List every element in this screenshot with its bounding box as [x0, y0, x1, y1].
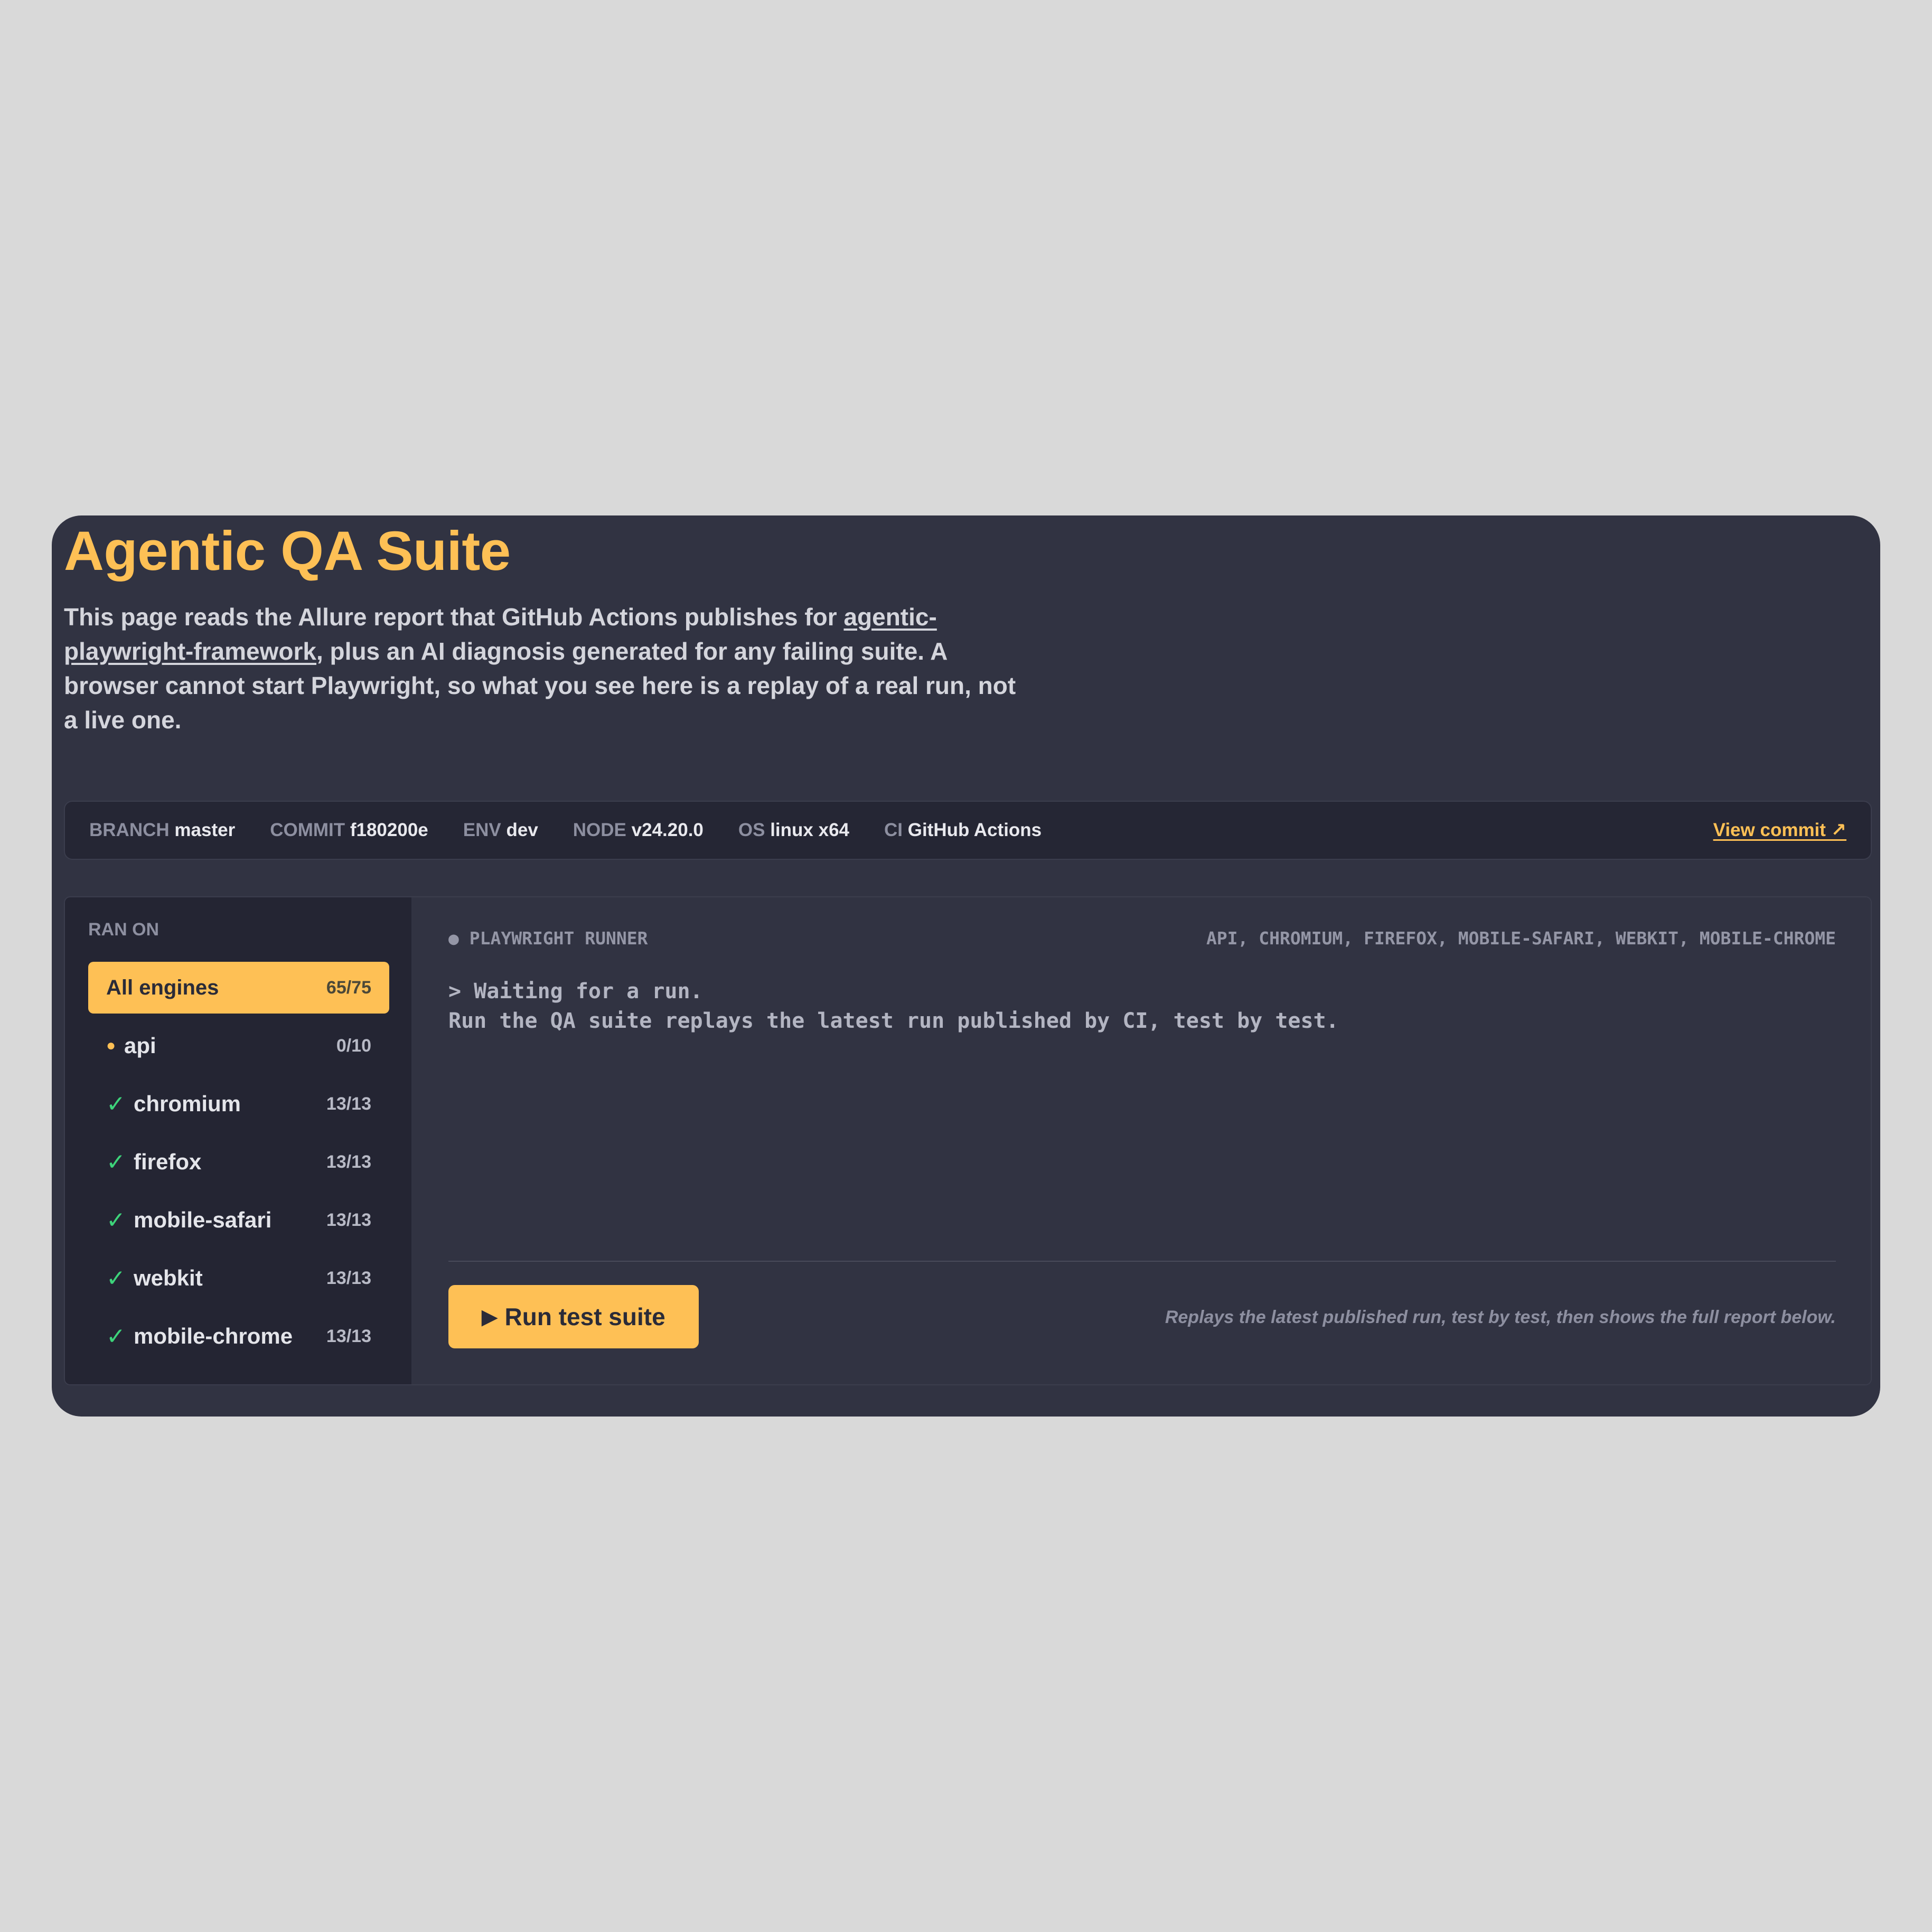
log-line: Run the QA suite replays the latest run … — [448, 1009, 1339, 1033]
runner-console: ● PLAYWRIGHT RUNNER API, CHROMIUM, FIREF… — [411, 897, 1871, 1384]
engine-item-firefox[interactable]: ✓ firefox 13/13 — [88, 1136, 389, 1188]
engine-name: chromium — [134, 1091, 241, 1116]
meta-ci: CI GitHub Actions — [884, 820, 1042, 840]
engine-count: 13/13 — [326, 1151, 371, 1172]
run-hint: Replays the latest published run, test b… — [1165, 1307, 1836, 1327]
engine-item-all[interactable]: All engines 65/75 — [88, 962, 389, 1014]
engine-count: 13/13 — [326, 1268, 371, 1288]
console-divider — [448, 1261, 1836, 1262]
intro-before: This page reads the Allure report that G… — [64, 603, 844, 631]
engine-sidebar: RAN ON All engines 65/75 ● api 0/10 ✓ ch… — [65, 897, 411, 1384]
meta-os: OS linux x64 — [738, 820, 849, 840]
engine-name: mobile-safari — [134, 1207, 272, 1232]
runner-panel: RAN ON All engines 65/75 ● api 0/10 ✓ ch… — [64, 896, 1872, 1385]
meta-commit: COMMIT f180200e — [270, 820, 428, 840]
engine-name: api — [124, 1033, 156, 1058]
engine-name: mobile-chrome — [134, 1324, 293, 1348]
check-icon: ✓ — [106, 1265, 126, 1291]
intro-text: This page reads the Allure report that G… — [64, 600, 1025, 737]
meta-branch: BRANCH master — [89, 820, 236, 840]
meta-node: NODE v24.20.0 — [573, 820, 704, 840]
engine-count: 13/13 — [326, 1093, 371, 1114]
view-commit-link[interactable]: View commit ↗ — [1713, 820, 1846, 841]
engine-count: 0/10 — [336, 1035, 371, 1056]
engine-count: 65/75 — [326, 977, 371, 998]
meta-env: ENV dev — [463, 820, 538, 840]
engine-name: webkit — [134, 1265, 203, 1290]
check-icon: ✓ — [106, 1091, 126, 1117]
engine-count: 13/13 — [326, 1209, 371, 1230]
ran-on-heading: RAN ON — [88, 920, 160, 940]
runner-log: > Waiting for a run. Run the QA suite rep… — [448, 977, 1339, 1036]
page-title: Agentic QA Suite — [64, 520, 511, 582]
engine-count: 13/13 — [326, 1326, 371, 1346]
engine-item-mobile-safari[interactable]: ✓ mobile-safari 13/13 — [88, 1194, 389, 1246]
engine-item-webkit[interactable]: ✓ webkit 13/13 — [88, 1252, 389, 1304]
check-icon: ✓ — [106, 1323, 126, 1349]
runner-label: ● PLAYWRIGHT RUNNER — [448, 928, 648, 949]
run-test-suite-button[interactable]: ▶ Run test suite — [448, 1285, 699, 1348]
runner-engines-list: API, CHROMIUM, FIREFOX, MOBILE-SAFARI, W… — [1206, 928, 1836, 949]
engine-item-chromium[interactable]: ✓ chromium 13/13 — [88, 1078, 389, 1130]
check-icon: ✓ — [106, 1149, 126, 1175]
engine-name: All engines — [106, 976, 219, 999]
run-metadata-bar: BRANCH master COMMIT f180200e ENV dev NO… — [64, 801, 1872, 860]
pending-dot-icon: ● — [106, 1037, 116, 1054]
run-button-label: Run test suite — [504, 1303, 665, 1330]
engine-name: firefox — [134, 1149, 202, 1174]
qa-suite-card: Agentic QA Suite This page reads the All… — [52, 515, 1880, 1417]
log-line: > Waiting for a run. — [448, 979, 703, 1003]
play-icon: ▶ — [482, 1306, 498, 1328]
runner-header: ● PLAYWRIGHT RUNNER API, CHROMIUM, FIREF… — [448, 928, 1836, 949]
check-icon: ✓ — [106, 1207, 126, 1233]
engine-item-api[interactable]: ● api 0/10 — [88, 1020, 389, 1072]
engine-item-mobile-chrome[interactable]: ✓ mobile-chrome 13/13 — [88, 1310, 389, 1362]
